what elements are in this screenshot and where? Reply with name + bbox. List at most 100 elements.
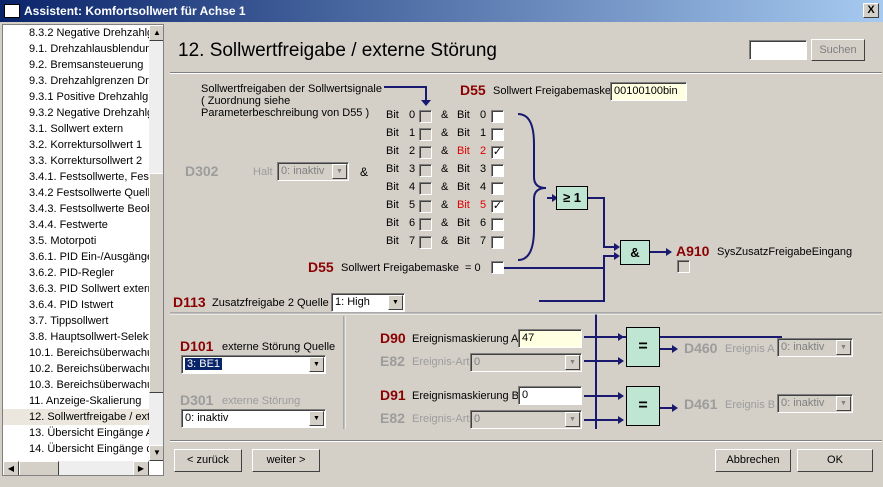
signal-bit-checkbox <box>419 236 432 249</box>
d460-label: Ereignis A <box>725 343 775 355</box>
tree-item[interactable]: 3.4.4. Festwerte <box>3 217 149 233</box>
close-button[interactable]: X <box>863 3 879 18</box>
signal-bit-checkbox <box>419 182 432 195</box>
tree-item-label: 3.6.4. PID Istwert <box>29 299 114 311</box>
bit-label: Bit <box>386 181 399 193</box>
mask-bit-checkbox[interactable] <box>491 110 504 123</box>
chevron-down-icon[interactable]: ▼ <box>836 340 851 355</box>
tree-item[interactable]: 3.6.2. PID-Regler <box>3 265 149 281</box>
chevron-down-icon[interactable]: ▼ <box>565 412 580 427</box>
signal-bit-checkbox <box>419 110 432 123</box>
chevron-down-icon[interactable]: ▼ <box>332 164 347 179</box>
tree-item[interactable]: 3.7. Tippsollwert <box>3 313 149 329</box>
d101-select[interactable]: 3: BE1 ▼ <box>181 355 326 374</box>
scroll-down-icon[interactable]: ▼ <box>149 445 163 461</box>
d302-select[interactable]: 0: inaktiv ▼ <box>277 162 349 181</box>
d460-select[interactable]: 0: inaktiv ▼ <box>777 338 853 357</box>
mask-bit-number: 0 <box>480 109 487 121</box>
d55b-equals: = 0 <box>465 262 481 274</box>
tree-item[interactable]: 14. Übersicht Eingänge d <box>3 441 153 457</box>
tree-item[interactable]: 3.8. Hauptsollwert-Selekt <box>3 329 151 345</box>
tree-item-label: 3.6.1. PID Ein-/Ausgänge <box>29 251 154 263</box>
scroll-thumb[interactable] <box>149 173 163 393</box>
scroll-left-icon[interactable]: ◀ <box>3 461 19 475</box>
d113-select[interactable]: 1: High ▼ <box>331 293 405 312</box>
tree-item[interactable]: 3.2. Korrektursollwert 1 <box>3 137 149 153</box>
e82a-code: E82 <box>380 353 405 369</box>
tree-horizontal-scrollbar[interactable]: ◀ ▶ <box>3 461 149 475</box>
d91-mask-input[interactable]: 0 <box>518 386 582 405</box>
tree-item[interactable]: 9.3.2 Negative Drehzahlg <box>3 105 153 121</box>
mask-bit-label: Bit <box>457 217 470 229</box>
cancel-button[interactable]: Abbrechen <box>715 449 791 472</box>
e82b-select[interactable]: 0 ▼ <box>470 410 582 429</box>
tree-item[interactable]: 3.3. Korrektursollwert 2 <box>3 153 149 169</box>
bit-and-symbol: & <box>441 145 449 157</box>
mask-bit-checkbox[interactable] <box>491 128 504 141</box>
chevron-down-icon[interactable]: ▼ <box>836 396 851 411</box>
ok-button[interactable]: OK <box>797 449 873 472</box>
tree-item[interactable]: 11. Anzeige-Skalierung <box>3 393 149 409</box>
tree-item-label: 14. Übersicht Eingänge d <box>29 443 153 455</box>
bit-number: 6 <box>409 217 416 229</box>
tree-item-label: 3.4.2 Festsollwerte Quelle <box>29 187 157 199</box>
tree-item[interactable]: 10.3. Bereichsüberwachu <box>3 377 153 393</box>
tree-item[interactable]: 3.5. Motorpoti <box>3 233 149 249</box>
mask-bit-checkbox[interactable] <box>491 164 504 177</box>
d91-label: Ereignismaskierung B <box>412 390 519 402</box>
mask-bit-checkbox[interactable] <box>491 218 504 231</box>
d90-mask-input[interactable]: 47 <box>518 329 582 348</box>
mask-bit-checkbox[interactable] <box>491 236 504 249</box>
tree-item[interactable]: 3.6.3. PID Sollwert extern <box>3 281 154 297</box>
chevron-down-icon[interactable]: ▼ <box>388 295 403 310</box>
chevron-down-icon[interactable]: ▼ <box>309 411 324 426</box>
tree-item[interactable]: 3.4.2 Festsollwerte Quelle <box>3 185 156 201</box>
chevron-down-icon[interactable]: ▼ <box>309 357 324 372</box>
tree-item[interactable]: 3.1. Sollwert extern <box>3 121 149 137</box>
tree-item[interactable]: 3.6.4. PID Istwert <box>3 297 149 313</box>
note-line-2: ( Zuordnung siehe <box>201 95 291 107</box>
hscroll-thumb[interactable] <box>19 461 59 475</box>
tree-item[interactable]: 12. Sollwertfreigabe / ext <box>3 409 150 425</box>
tree-item[interactable]: 8.3.2 Negative Drehzahlg <box>3 25 153 41</box>
title-bar: Assistent: Komfortsollwert für Achse 1 X <box>0 0 883 22</box>
mask-bit-checkbox[interactable]: ✓ <box>491 200 504 213</box>
d301-select[interactable]: 0: inaktiv ▼ <box>181 409 326 428</box>
tree-item[interactable]: 9.3.1 Positive Drehzahlgr <box>3 89 152 105</box>
d113-code: D113 <box>173 294 206 310</box>
tree-item[interactable]: 9.3. Drehzahlgrenzen Dre <box>3 73 155 89</box>
tree-item[interactable]: 9.1. Drehzahlausblendun <box>3 41 151 57</box>
mask-bit-label: Bit <box>457 109 470 121</box>
tree-item[interactable]: 3.4.1. Festsollwerte, Fest <box>3 169 152 185</box>
tree-item[interactable]: 9.2. Bremsansteuerung <box>3 57 149 73</box>
navigation-tree[interactable]: 8.3.2 Negative Drehzahlg 9.1. Drehzahlaus… <box>2 24 164 476</box>
tree-item[interactable]: 13. Übersicht Eingänge A <box>3 425 153 441</box>
a910-checkbox <box>677 260 690 273</box>
scroll-up-icon[interactable]: ▲ <box>149 25 163 41</box>
scroll-right-icon[interactable]: ▶ <box>133 461 149 475</box>
tree-item-label: 9.3.1 Positive Drehzahlgr <box>29 91 152 103</box>
tree-vertical-scrollbar[interactable]: ▲ ▼ <box>149 25 163 461</box>
bit-number: 7 <box>409 235 416 247</box>
next-button[interactable]: weiter > <box>252 449 320 472</box>
d55-zero-checkbox[interactable] <box>491 261 504 274</box>
mask-bit-checkbox[interactable]: ✓ <box>491 146 504 159</box>
d461-code: D461 <box>684 396 718 412</box>
bit-number: 1 <box>409 127 416 139</box>
mask-bit-checkbox[interactable] <box>491 182 504 195</box>
e82a-select[interactable]: 0 ▼ <box>470 353 582 372</box>
bit-and-symbol: & <box>441 109 449 121</box>
event-a-equal-gate: = <box>626 327 660 367</box>
tree-item[interactable]: 10.1. Bereichsüberwachu <box>3 345 153 361</box>
tree-item[interactable]: 3.6.1. PID Ein-/Ausgänge <box>3 249 153 265</box>
main-panel: 12. Sollwertfreigabe / externe Störung S… <box>166 24 883 487</box>
d55-mask-input[interactable]: 00100100bin <box>610 82 687 101</box>
back-button[interactable]: < zurück <box>174 449 242 472</box>
tree-item[interactable]: 10.2. Bereichsüberwachu <box>3 361 153 377</box>
chevron-down-icon[interactable]: ▼ <box>565 355 580 370</box>
tree-item-label: 11. Anzeige-Skalierung <box>29 395 142 407</box>
mask-bit-number: 4 <box>480 181 487 193</box>
tree-item[interactable]: 3.4.3. Festsollwerte Beob <box>3 201 153 217</box>
d101-code: D101 <box>180 338 214 354</box>
d461-select[interactable]: 0: inaktiv ▼ <box>777 394 853 413</box>
